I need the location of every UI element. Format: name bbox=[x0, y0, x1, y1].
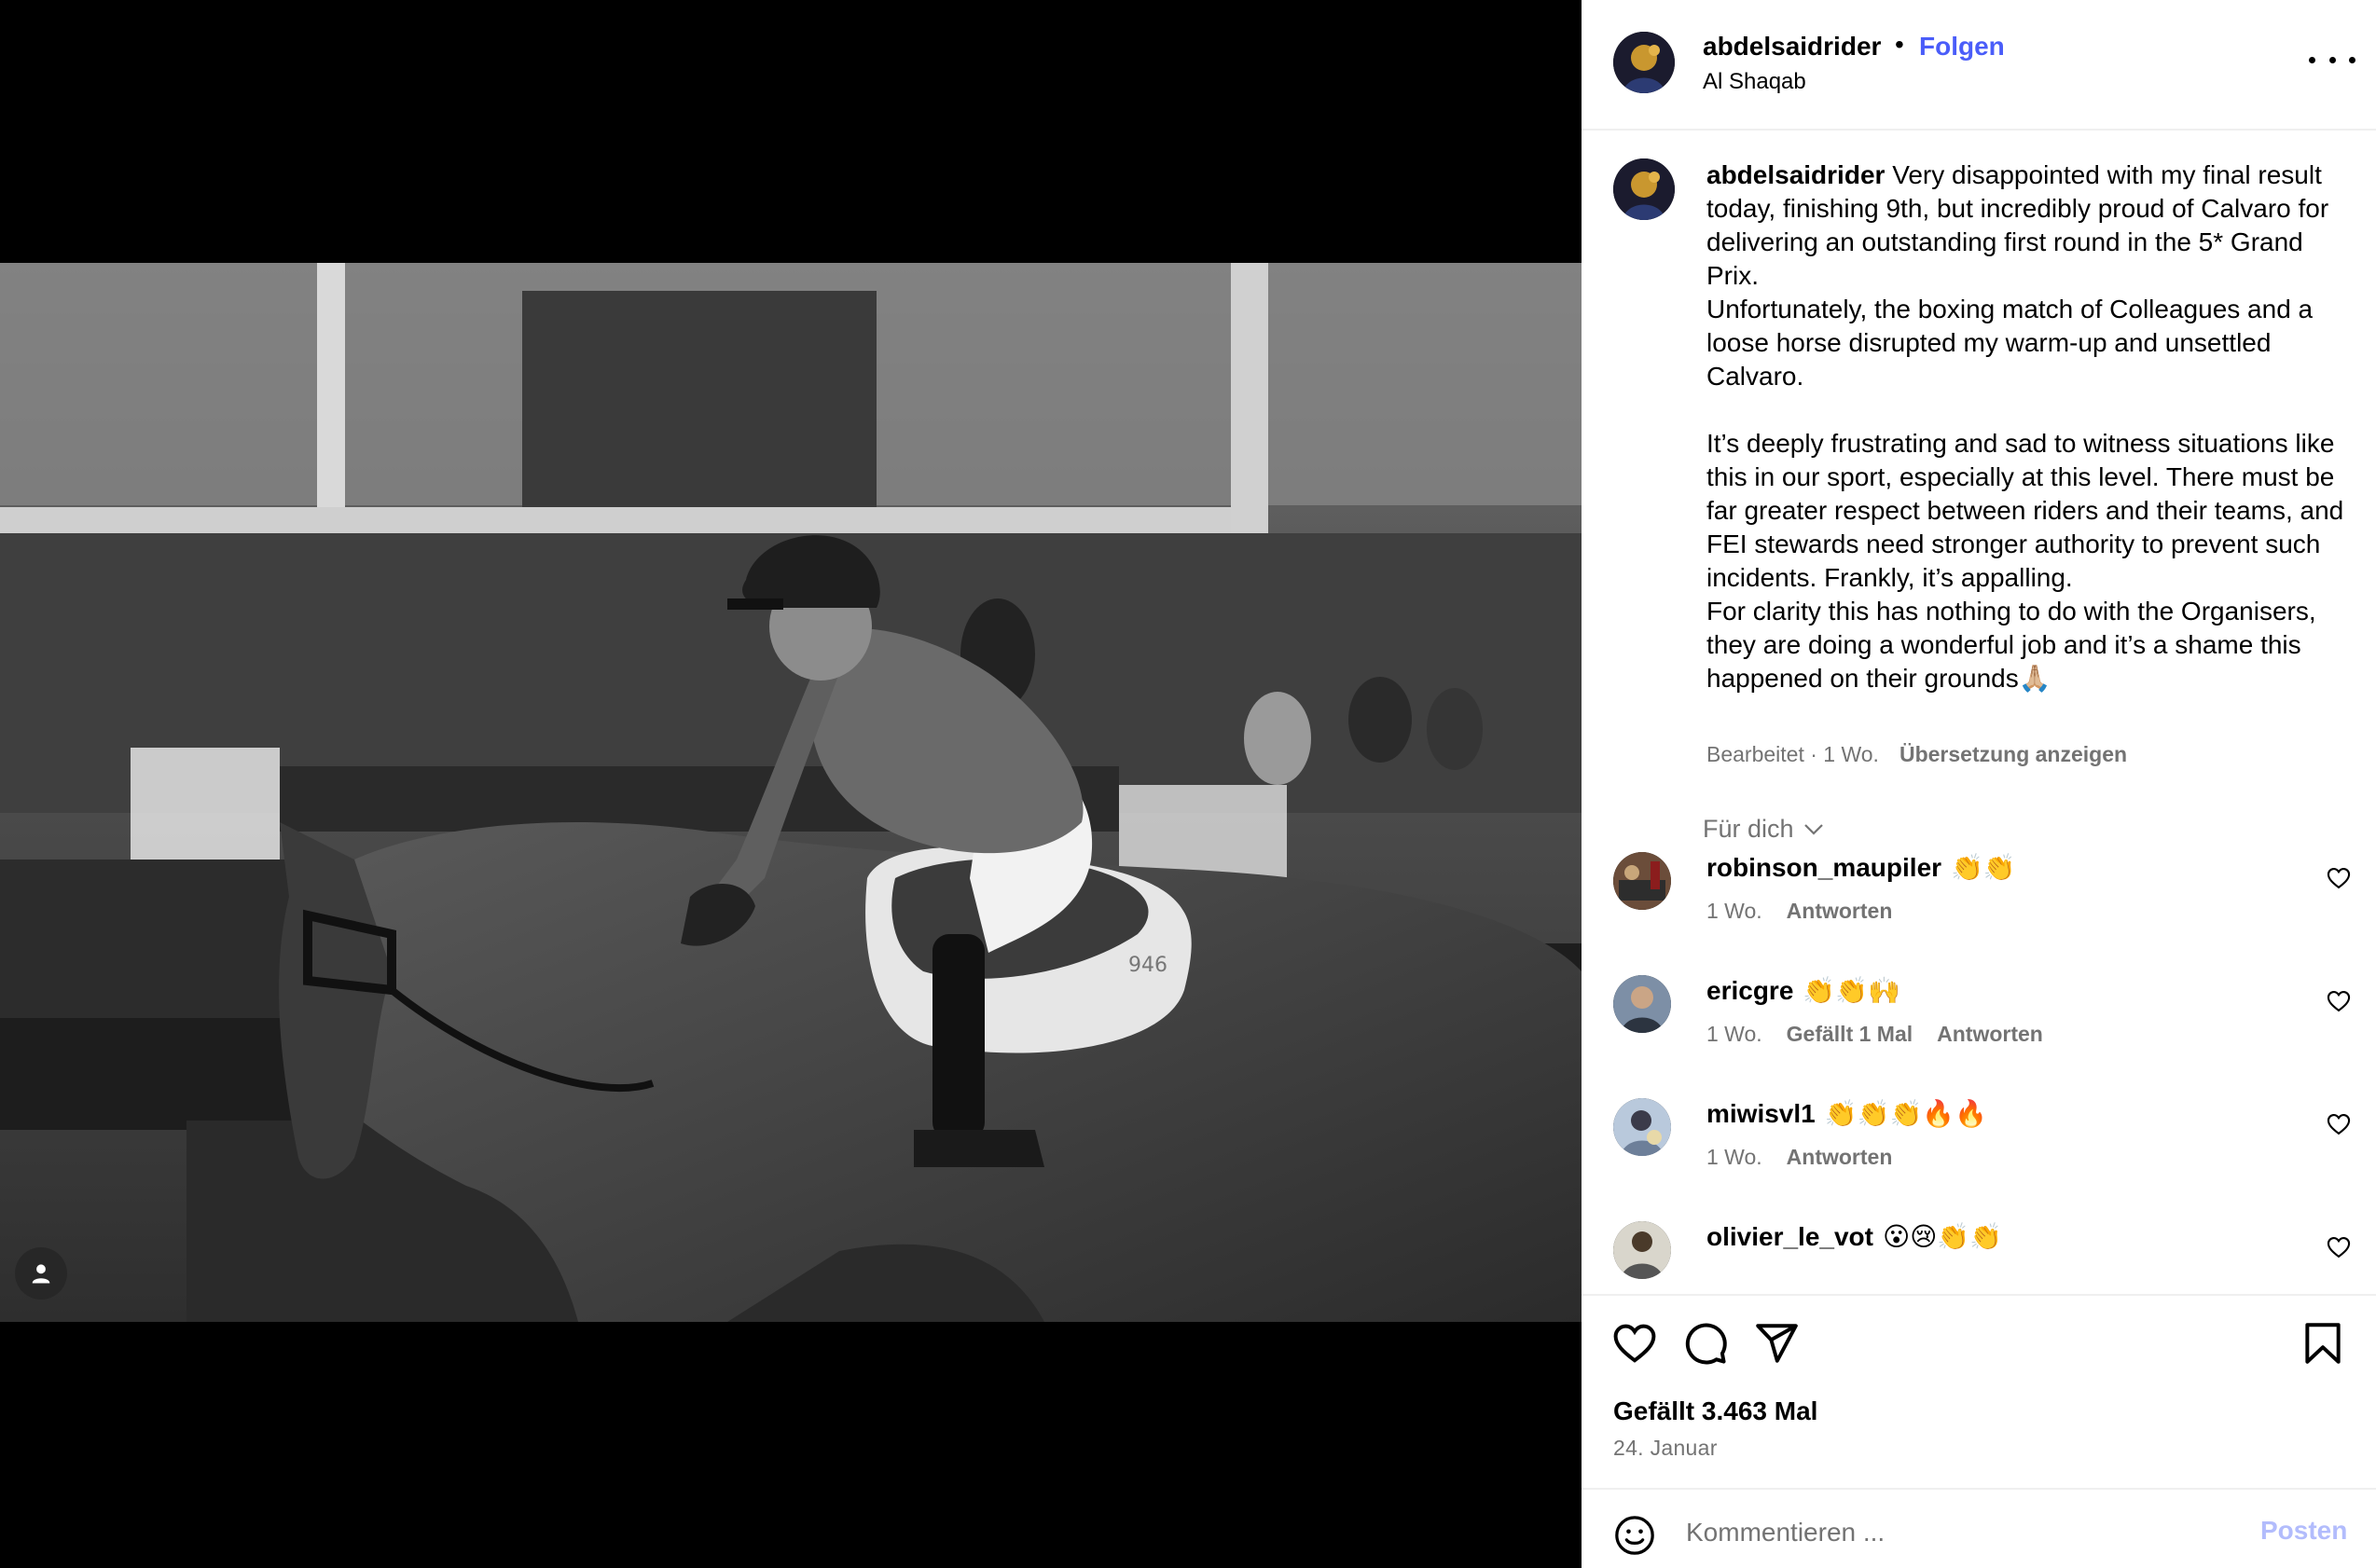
tagged-users-button[interactable] bbox=[15, 1247, 67, 1300]
author-username[interactable]: abdelsaidrider bbox=[1703, 32, 1881, 62]
comment-icon[interactable] bbox=[1682, 1320, 1729, 1367]
comment-composer: Posten bbox=[1582, 1488, 2376, 1568]
comment-reply-button[interactable]: Antworten bbox=[1787, 899, 1893, 923]
post-photo[interactable]: 946 bbox=[0, 263, 1582, 1322]
comment-text: 👏👏👏🔥🔥 bbox=[1824, 1099, 1988, 1128]
comment-time[interactable]: 1 Wo. bbox=[1706, 1145, 1762, 1169]
post-actions: Gefällt 3.463 Mal 24. Januar bbox=[1582, 1298, 2376, 1488]
for-you-filter[interactable]: Für dich bbox=[1703, 815, 1824, 844]
caption-username[interactable]: abdelsaidrider bbox=[1706, 160, 1885, 189]
comment-like-heart-icon[interactable] bbox=[2326, 865, 2352, 891]
post-media: 946 bbox=[0, 0, 1582, 1568]
emoji-icon[interactable] bbox=[1613, 1514, 1656, 1557]
bookmark-icon[interactable] bbox=[2300, 1320, 2346, 1367]
comment-likes-count[interactable]: Gefällt 1 Mal bbox=[1787, 1022, 1913, 1046]
comment-time[interactable]: 1 Wo. bbox=[1706, 1022, 1762, 1046]
commenter-avatar[interactable] bbox=[1613, 852, 1671, 910]
comment-like-heart-icon[interactable] bbox=[2326, 1111, 2352, 1137]
commenter-avatar[interactable] bbox=[1613, 1098, 1671, 1156]
post-side-panel: abdelsaidrider • Folgen Al Shaqab abdels… bbox=[1582, 0, 2376, 1568]
comment-item: robinson_maupiler 👏👏 1 Wo. Antworten bbox=[1582, 852, 2376, 973]
comment-text: 😮😢👏👏 bbox=[1882, 1222, 2003, 1251]
comment-reply-button[interactable]: Antworten bbox=[1937, 1022, 2043, 1046]
for-you-label: Für dich bbox=[1703, 815, 1794, 843]
comment-like-heart-icon[interactable] bbox=[2326, 1234, 2352, 1260]
likes-count[interactable]: Gefällt 3.463 Mal bbox=[1613, 1396, 1817, 1426]
comments-section[interactable]: abdelsaidrider Very disappointed with my… bbox=[1582, 131, 2376, 1296]
user-tag-icon bbox=[32, 1264, 50, 1284]
post-caption: abdelsaidrider Very disappointed with my… bbox=[1706, 158, 2355, 695]
comment-text: 👏👏 bbox=[1951, 853, 2016, 882]
comment-reply-button[interactable]: Antworten bbox=[1787, 1145, 1893, 1169]
commenter-avatar[interactable] bbox=[1613, 975, 1671, 1033]
caption-meta: Bearbeitet · 1 Wo. Übersetzung anzeigen bbox=[1706, 742, 2127, 767]
caption-text: Very disappointed with my final result t… bbox=[1706, 160, 2344, 693]
author-avatar[interactable] bbox=[1613, 32, 1675, 93]
commenter-avatar[interactable] bbox=[1613, 1221, 1671, 1279]
comment-time[interactable]: 1 Wo. bbox=[1706, 899, 1762, 923]
heart-icon[interactable] bbox=[1611, 1320, 1658, 1367]
separator-dot: • bbox=[1895, 30, 1904, 59]
comment-item: miwisvl1 👏👏👏🔥🔥 1 Wo. Antworten bbox=[1582, 1098, 2376, 1219]
follow-button[interactable]: Folgen bbox=[1919, 32, 2005, 62]
more-options-icon[interactable] bbox=[2309, 41, 2355, 78]
comment-text: 👏👏🙌 bbox=[1803, 976, 1900, 1005]
commenter-username[interactable]: miwisvl1 bbox=[1706, 1099, 1816, 1128]
horse-rider-photo: 946 bbox=[0, 263, 1582, 1322]
post-location[interactable]: Al Shaqab bbox=[1703, 69, 1806, 95]
share-icon[interactable] bbox=[1753, 1320, 1800, 1367]
comment-item: ericgre 👏👏🙌 1 Wo. Gefällt 1 Mal Antworten bbox=[1582, 975, 2376, 1096]
caption-author-avatar[interactable] bbox=[1613, 158, 1675, 220]
chevron-down-icon bbox=[1803, 823, 1823, 835]
comment-item: olivier_le_vot 😮😢👏👏 bbox=[1582, 1221, 2376, 1294]
commenter-username[interactable]: ericgre bbox=[1706, 976, 1793, 1005]
svg-text:946: 946 bbox=[1128, 954, 1167, 977]
translate-button[interactable]: Übersetzung anzeigen bbox=[1899, 742, 2127, 766]
caption-edited-label: Bearbeitet · 1 Wo. bbox=[1706, 742, 1879, 766]
comment-input[interactable] bbox=[1686, 1506, 2208, 1559]
post-comment-button[interactable]: Posten bbox=[2260, 1516, 2347, 1546]
post-header: abdelsaidrider • Folgen Al Shaqab bbox=[1582, 0, 2376, 131]
commenter-username[interactable]: olivier_le_vot bbox=[1706, 1222, 1873, 1251]
post-date[interactable]: 24. Januar bbox=[1613, 1436, 1718, 1461]
commenter-username[interactable]: robinson_maupiler bbox=[1706, 853, 1941, 882]
comment-like-heart-icon[interactable] bbox=[2326, 988, 2352, 1014]
